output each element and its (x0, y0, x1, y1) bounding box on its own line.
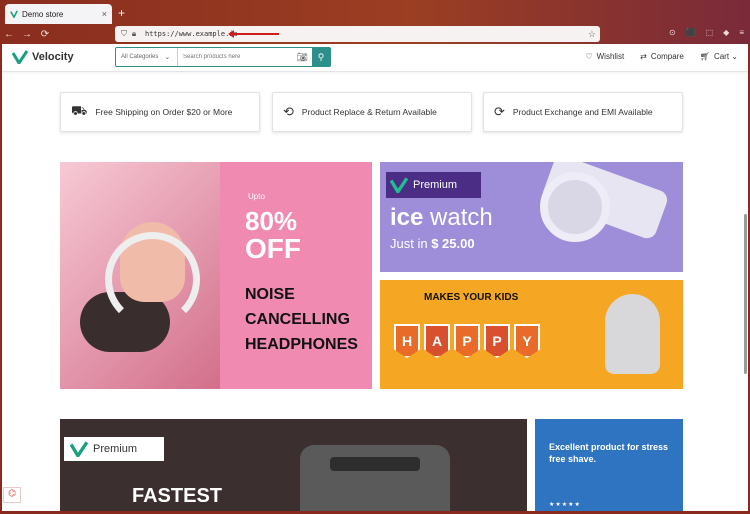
shave-banner[interactable]: Excellent product for stress free shave.… (535, 419, 683, 511)
forward-button[interactable]: → (18, 29, 36, 40)
compare-link[interactable]: ⇄ Compare (640, 52, 684, 61)
watch-price: Just in $ 25.00 (390, 236, 475, 251)
watch-brand: ice watch (390, 204, 493, 232)
back-button[interactable]: ← (0, 29, 18, 40)
search-bar: All Categories ⌄ 📷︎ ⚲ (115, 47, 331, 67)
browser-chrome: Demo store × + ← → ⟳ ⛉ 🔒︎ https://www.ex… (0, 0, 750, 44)
page-scrollbar[interactable] (744, 214, 747, 374)
exchange-icon: ⟳ (494, 104, 505, 119)
shave-text: Excellent product for stress free shave. (549, 442, 669, 464)
bunting-flag: P (454, 324, 480, 358)
camera-icon[interactable]: 📷︎ (297, 52, 308, 63)
chevron-down-icon: ⌄ (731, 52, 738, 61)
toaster-banner[interactable]: Premium FASTEST (60, 419, 527, 511)
compare-label: Compare (650, 52, 684, 61)
price-prefix: Just in (390, 236, 432, 251)
reload-button[interactable]: ⟳ (36, 29, 54, 40)
new-tab-button[interactable]: + (118, 6, 125, 20)
watch-brand-bold: ice (390, 204, 424, 231)
heart-icon: ♡ (585, 52, 593, 61)
debugbar-icon[interactable]: ⌬ (3, 487, 21, 503)
bunting-flag: P (484, 324, 510, 358)
truck-icon: ⛟ (71, 103, 88, 118)
address-bar[interactable]: ⛉ 🔒︎ https://www.example.io ☆ (115, 26, 600, 42)
category-label: All Categories (121, 54, 159, 60)
cart-icon: 🛒︎ (699, 52, 710, 61)
site-logo[interactable]: Velocity (12, 50, 74, 64)
toaster-headline: FASTEST (132, 485, 223, 507)
browser-toolbar: ⊙ ⬛ ⬚ ◆ ≡ (669, 28, 744, 37)
tab-title: Demo store (22, 9, 64, 19)
wishlist-label: Wishlist (596, 52, 625, 61)
category-select[interactable]: All Categories ⌄ (116, 48, 178, 66)
menu-icon[interactable]: ≡ (739, 28, 744, 37)
feature-shipping: ⛟ Free Shipping on Order $20 or More (60, 92, 260, 132)
page-viewport: Velocity All Categories ⌄ 📷︎ ⚲ ♡Wishlist… (2, 44, 748, 511)
headphones-image (105, 232, 200, 327)
premium-tag: Premium (64, 437, 164, 461)
pocket-icon[interactable]: ⊙ (669, 28, 676, 37)
velocity-logo-icon (70, 441, 88, 457)
chevron-down-icon: ⌄ (164, 54, 171, 61)
feature-label: Product Exchange and EMI Available (512, 107, 653, 117)
feature-label: Free Shipping on Order $20 or More (95, 107, 233, 117)
search-input[interactable] (183, 54, 293, 60)
lock-icon: 🔒︎ (131, 29, 137, 38)
brand-name: Velocity (32, 51, 74, 63)
feature-exchange: ⟳ Product Exchange and EMI Available (483, 92, 683, 132)
extension-icon[interactable]: ⬛ (686, 28, 696, 37)
velocity-logo-icon (12, 50, 28, 64)
premium-tag: Premium (386, 172, 481, 198)
price-value: $ 25.00 (431, 236, 475, 251)
velocity-logo-icon (390, 177, 408, 193)
feature-label: Product Replace & Return Available (301, 107, 437, 117)
shield-icon: ⛉ (121, 29, 127, 38)
bookmark-star-icon[interactable]: ☆ (588, 29, 596, 40)
ublock-icon[interactable]: ◆ (723, 28, 729, 37)
browser-tab[interactable]: Demo store × (5, 4, 112, 24)
search-button[interactable]: ⚲ (312, 48, 330, 66)
tab-close-icon[interactable]: × (102, 9, 107, 19)
bunting-flag: A (424, 324, 450, 358)
banner-discount: 80% (245, 206, 298, 236)
wishlist-link[interactable]: ♡ Wishlist (585, 52, 624, 61)
compare-icon: ⇄ (640, 52, 647, 61)
watch-face-image (540, 172, 610, 242)
replace-icon: ⟲ (283, 104, 294, 119)
velocity-favicon (10, 10, 18, 18)
feature-replace: ⟲ Product Replace & Return Available (272, 92, 472, 132)
kids-headline: MAKES YOUR KIDS (424, 292, 519, 303)
premium-label: Premium (413, 179, 458, 191)
premium-label: Premium (93, 443, 138, 455)
banner-off: OFF (245, 233, 301, 264)
headphones-banner[interactable]: Upto 80% OFF NOISE CANCELLING HEADPHONES (60, 162, 372, 389)
annotation-arrow (228, 30, 279, 38)
toaster-image (300, 445, 450, 511)
puzzle-icon[interactable]: ⬚ (706, 28, 714, 37)
headline-line: CANCELLING (245, 311, 350, 328)
bunting-flag: H (394, 324, 420, 358)
bunting-flag: Y (514, 324, 540, 358)
url-text[interactable]: https://www.example.io (145, 30, 238, 38)
site-header: Velocity All Categories ⌄ 📷︎ ⚲ ♡Wishlist… (2, 44, 748, 72)
kids-banner[interactable]: MAKES YOUR KIDS H A P P Y (380, 280, 683, 389)
banner-headline: NOISE CANCELLING HEADPHONES (245, 282, 358, 357)
headline-line: HEADPHONES (245, 336, 358, 353)
header-links: ♡ Wishlist ⇄ Compare 🛒︎ Cart ⌄ (585, 52, 738, 61)
search-icon: ⚲ (317, 51, 325, 62)
banner-upto: Upto (248, 192, 265, 201)
rating-stars: ★★★★★ (549, 502, 581, 508)
watch-banner[interactable]: Premium ice watch Just in $ 25.00 (380, 162, 683, 272)
elephant-toy-image (605, 294, 660, 374)
headline-line: NOISE (245, 286, 295, 303)
cart-label: Cart (713, 52, 730, 61)
cart-link[interactable]: 🛒︎ Cart ⌄ (700, 52, 738, 61)
watch-brand-rest: watch (423, 204, 493, 231)
